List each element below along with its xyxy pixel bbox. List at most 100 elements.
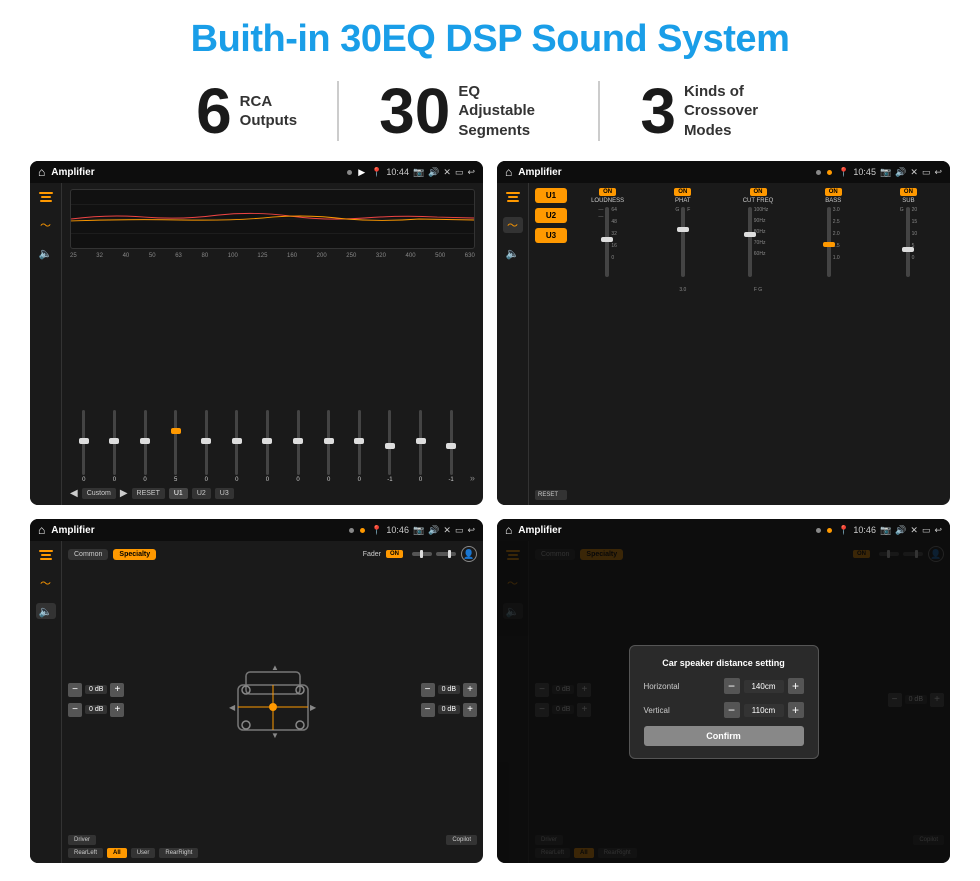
horizontal-ctrl: − 140cm +	[724, 678, 804, 694]
u1-crossover[interactable]: U1	[535, 188, 567, 203]
wave-icon-c[interactable]: 〜	[503, 217, 523, 233]
loudness-slider[interactable]	[605, 207, 609, 277]
dialog-box: Car speaker distance setting Horizontal …	[629, 645, 819, 759]
db-row-4: − 0 dB +	[421, 703, 477, 717]
rearleft-btn[interactable]: RearLeft	[68, 848, 103, 858]
all-btn[interactable]: All	[107, 848, 127, 858]
db-value-3: 0 dB	[438, 685, 460, 694]
slider-6: 0	[223, 410, 251, 483]
rearright-btn[interactable]: RearRight	[159, 848, 198, 858]
ch-bass: ON BASS 3.02.52.01.51.0	[798, 188, 869, 500]
speaker-right-controls: − 0 dB + − 0 dB +	[421, 683, 477, 717]
phat-slider[interactable]	[681, 207, 685, 277]
cutfreq-slider[interactable]	[748, 207, 752, 277]
u1-btn-eq[interactable]: U1	[169, 488, 188, 499]
stat-rca-label: RCAOutputs	[240, 92, 298, 131]
db-plus-3[interactable]: +	[463, 683, 477, 697]
slider-1: 0	[70, 410, 98, 483]
status-dot-crossover	[816, 170, 821, 175]
slider-3: 0	[131, 410, 159, 483]
screen-eq: ⌂ Amplifier ▶ 📍 10:44 📷 🔊 ✕ ▭ ↩	[30, 161, 483, 505]
stat-crossover-number: 3	[640, 79, 676, 143]
sub-on[interactable]: ON	[900, 188, 917, 196]
confirm-button[interactable]: Confirm	[644, 726, 804, 746]
wave-icon[interactable]: 〜	[36, 217, 56, 233]
home-icon-speaker[interactable]: ⌂	[38, 523, 45, 537]
x-icon-s: ✕	[443, 525, 451, 536]
x-icon-c: ✕	[910, 167, 918, 178]
rect-icon-eq: ▭	[455, 167, 464, 178]
speaker-icon[interactable]: 🔈	[36, 245, 56, 261]
time-c: 10:45	[853, 167, 876, 177]
sub-slider[interactable]	[906, 207, 910, 277]
time-eq: 10:44	[386, 167, 409, 177]
home-icon-eq[interactable]: ⌂	[38, 165, 45, 179]
speaker-icon-c[interactable]: 🔈	[503, 245, 523, 261]
u2-btn-eq[interactable]: U2	[192, 488, 211, 499]
db-minus-3[interactable]: −	[421, 683, 435, 697]
eq-icon-s[interactable]	[36, 547, 56, 563]
home-icon-dialog[interactable]: ⌂	[505, 523, 512, 537]
slider-2: 0	[101, 410, 129, 483]
vertical-minus[interactable]: −	[724, 702, 740, 718]
svg-text:▶: ▶	[310, 703, 317, 712]
eq-icon[interactable]	[36, 189, 56, 205]
prev-icon[interactable]: ◀	[70, 488, 78, 499]
user-btn[interactable]: User	[131, 848, 156, 858]
db-plus-2[interactable]: +	[110, 703, 124, 717]
db-minus-4[interactable]: −	[421, 703, 435, 717]
speaker-icon-s[interactable]: 🔈	[36, 603, 56, 619]
car-diagram-svg: ▲ ▼ ◀ ▶	[228, 660, 318, 740]
vertical-plus[interactable]: +	[788, 702, 804, 718]
db-plus-4[interactable]: +	[463, 703, 477, 717]
db-value-1: 0 dB	[85, 685, 107, 694]
db-row-3: − 0 dB +	[421, 683, 477, 697]
cutfreq-on[interactable]: ON	[750, 188, 767, 196]
vertical-ctrl: − 110cm +	[724, 702, 804, 718]
driver-btn[interactable]: Driver	[68, 835, 96, 845]
home-icon-crossover[interactable]: ⌂	[505, 165, 512, 179]
x-icon-eq: ✕	[443, 167, 451, 178]
screen-crossover: ⌂ Amplifier 📍 10:45 📷 🔊 ✕ ▭ ↩	[497, 161, 950, 505]
cam-icon-s: 📷	[413, 525, 424, 536]
horizontal-minus[interactable]: −	[724, 678, 740, 694]
slider-12: 0	[407, 410, 435, 483]
phat-label: PHAT	[675, 198, 691, 204]
reset-crossover[interactable]: RESET	[535, 490, 567, 500]
wave-icon-s[interactable]: 〜	[36, 575, 56, 591]
custom-btn[interactable]: Custom	[82, 488, 116, 499]
status-dot-dialog	[816, 528, 821, 533]
user-icon-speaker[interactable]: 👤	[461, 546, 477, 562]
common-mode-btn[interactable]: Common	[68, 549, 108, 560]
crossover-area: U1 U2 U3 RESET ON LOUDNESS ——	[529, 183, 950, 505]
u3-crossover[interactable]: U3	[535, 228, 567, 243]
status-title-speaker: Amplifier	[51, 525, 343, 536]
play-icon-eq: ▶	[358, 167, 365, 178]
db-plus-1[interactable]: +	[110, 683, 124, 697]
bass-slider[interactable]	[827, 207, 831, 277]
svg-text:◀: ◀	[229, 703, 236, 712]
status-title-eq: Amplifier	[51, 167, 341, 178]
eq-graph	[70, 189, 475, 249]
horizontal-plus[interactable]: +	[788, 678, 804, 694]
phat-on[interactable]: ON	[674, 188, 691, 196]
fader-bar-2[interactable]	[436, 552, 456, 556]
stat-crossover: 3 Kinds ofCrossover Modes	[600, 79, 824, 143]
status-right-speaker: 📍 10:46 📷 🔊 ✕ ▭ ↩	[371, 525, 475, 536]
u2-crossover[interactable]: U2	[535, 208, 567, 223]
specialty-mode-btn[interactable]: Specialty	[113, 549, 156, 560]
eq-icon-c[interactable]	[503, 189, 523, 205]
fader-bar-1[interactable]	[412, 552, 432, 556]
copilot-btn[interactable]: Copilot	[446, 835, 477, 845]
back-icon-c: ↩	[934, 167, 942, 178]
loudness-on[interactable]: ON	[599, 188, 616, 196]
u3-btn-eq[interactable]: U3	[215, 488, 234, 499]
db-minus-2[interactable]: −	[68, 703, 82, 717]
next-icon[interactable]: ▶	[120, 488, 128, 499]
db-minus-1[interactable]: −	[68, 683, 82, 697]
reset-btn-eq[interactable]: RESET	[132, 488, 165, 499]
fader-on-badge[interactable]: ON	[386, 550, 403, 558]
slider-7: 0	[254, 410, 282, 483]
dialog-horizontal-row: Horizontal − 140cm +	[644, 678, 804, 694]
bass-on[interactable]: ON	[825, 188, 842, 196]
